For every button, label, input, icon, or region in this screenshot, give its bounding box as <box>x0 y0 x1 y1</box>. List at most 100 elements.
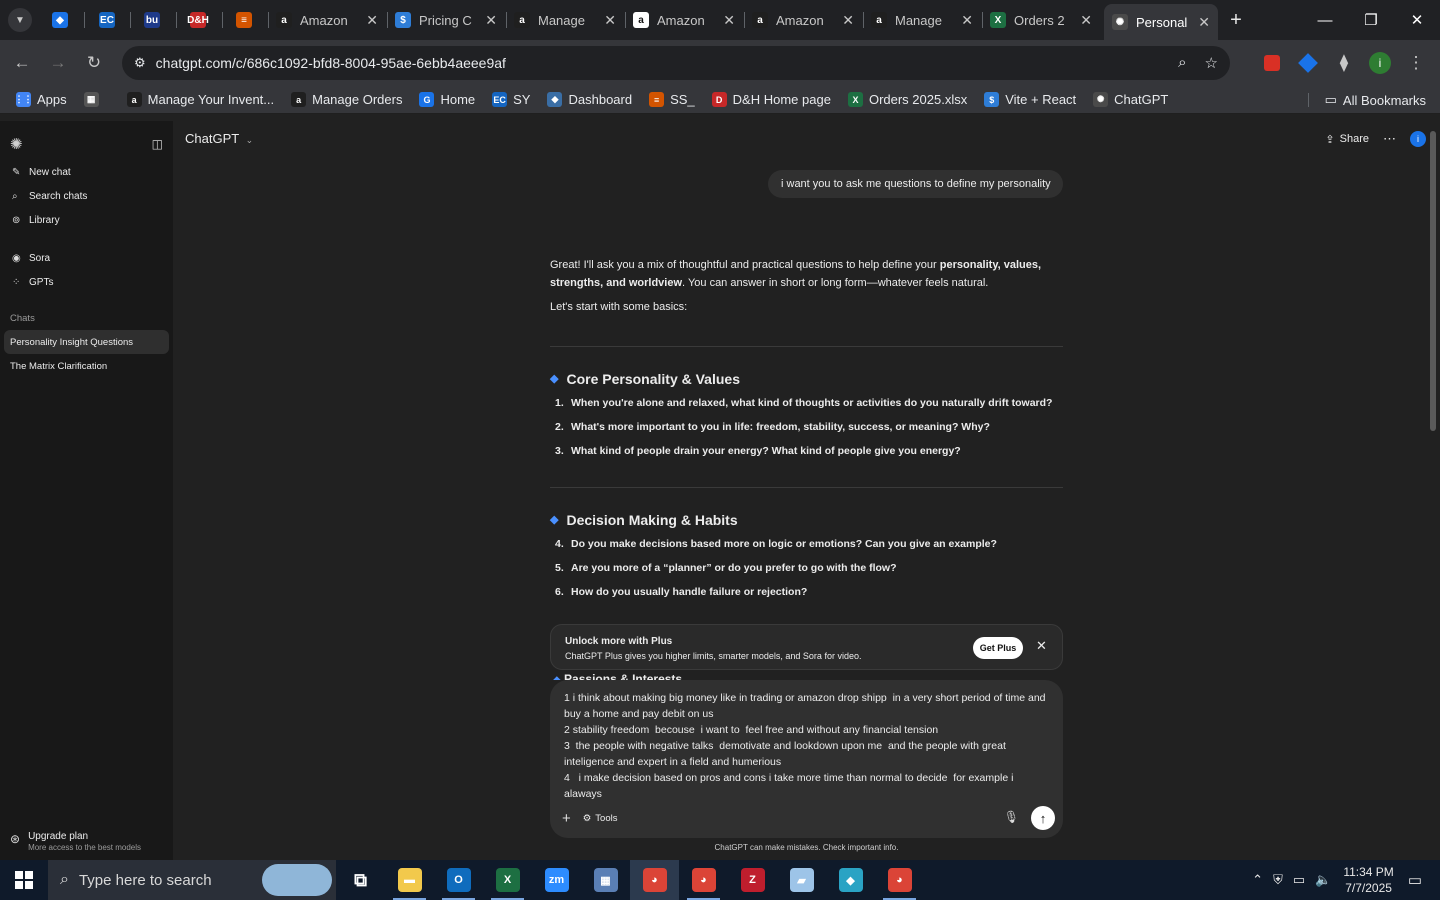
send-button[interactable]: ↑ <box>1031 806 1055 830</box>
scrollbar[interactable] <box>1430 131 1436 431</box>
message-composer[interactable]: 1 i think about making big money like in… <box>550 680 1063 838</box>
notifications-icon[interactable]: ▭ <box>1408 871 1422 889</box>
taskbar-app[interactable]: ◕ <box>875 860 924 900</box>
bookmark-star-icon[interactable]: ☆ <box>1205 54 1218 72</box>
microphone-icon[interactable]: 🎙 <box>1004 810 1019 824</box>
taskbar-app[interactable]: ◆ <box>826 860 875 900</box>
account-avatar[interactable]: i <box>1410 131 1426 147</box>
security-icon[interactable]: ⛨ <box>1273 872 1283 888</box>
get-plus-button[interactable]: Get Plus <box>973 637 1023 659</box>
taskbar-app[interactable]: ◕ <box>679 860 728 900</box>
extensions-puzzle-icon[interactable]: ⧫ <box>1326 45 1362 81</box>
tab-search-button[interactable]: ▼ <box>6 6 34 34</box>
bookmark-item[interactable]: G Home <box>419 92 475 107</box>
network-icon[interactable]: ▭ <box>1293 872 1305 888</box>
openai-logo-icon[interactable]: ✺ <box>10 135 23 153</box>
close-sidebar-icon[interactable]: ◫ <box>152 137 163 151</box>
close-icon[interactable]: ✕ <box>1036 638 1047 654</box>
close-tab-icon[interactable]: ✕ <box>1080 12 1092 29</box>
share-button[interactable]: ⇪ Share <box>1325 133 1369 146</box>
restore-button[interactable]: ❐ <box>1348 0 1394 40</box>
close-tab-icon[interactable]: ✕ <box>1198 14 1210 31</box>
bookmark-item[interactable]: D D&H Home page <box>711 92 831 107</box>
browser-tab[interactable]: a Amazon ✕ <box>268 6 386 34</box>
chat-history-item[interactable]: Personality Insight Questions <box>4 330 169 354</box>
close-tab-icon[interactable]: ✕ <box>723 12 735 29</box>
start-button[interactable] <box>0 860 48 900</box>
browser-tab[interactable]: EC <box>84 6 130 34</box>
sidebar-item-search-chats[interactable]: ⌕ Search chats <box>0 184 173 208</box>
bookmark-item[interactable]: ▦ <box>83 92 105 107</box>
bookmark-item[interactable]: ⋮⋮ Apps <box>15 92 67 107</box>
bookmark-item[interactable]: a Manage Your Invent... <box>126 92 274 107</box>
zoom-icon[interactable]: ⌕ <box>1178 54 1186 72</box>
back-button[interactable]: ← <box>4 45 40 81</box>
bookmark-item[interactable]: ✺ ChatGPT <box>1093 92 1168 107</box>
bookmark-item[interactable]: a Manage Orders <box>291 92 402 107</box>
model-selector[interactable]: ChatGPT ⌄ <box>185 131 253 146</box>
composer-input[interactable]: 1 i think about making big money like in… <box>564 690 1049 802</box>
show-hidden-icons-icon[interactable]: ⌃ <box>1252 872 1263 888</box>
extension-blue-icon[interactable] <box>1290 45 1326 81</box>
forward-button[interactable]: → <box>40 45 76 81</box>
address-bar[interactable]: ⚙ chatgpt.com/c/686c1092-bfd8-8004-95ae-… <box>122 46 1230 80</box>
browser-menu-icon[interactable]: ⋮ <box>1398 45 1434 81</box>
sidebar-item-library[interactable]: ⊚ Library <box>0 208 173 232</box>
taskbar-app[interactable]: ▰ <box>777 860 826 900</box>
site-settings-icon[interactable]: ⚙ <box>134 55 146 71</box>
taskbar-app[interactable]: X <box>483 860 532 900</box>
browser-tab[interactable]: D&H <box>176 6 220 34</box>
browser-tab[interactable]: a Amazon ✕ <box>744 6 862 34</box>
taskbar-app[interactable]: ▦ <box>581 860 630 900</box>
close-tab-icon[interactable]: ✕ <box>485 12 497 29</box>
minimize-button[interactable]: — <box>1302 0 1348 40</box>
browser-tab[interactable]: a Manage ✕ <box>506 6 624 34</box>
bookmark-item[interactable]: $ Vite + React <box>984 92 1076 107</box>
upgrade-plan-button[interactable]: ⊛ Upgrade plan More access to the best m… <box>10 831 141 852</box>
bookmark-item[interactable]: ◆ Dashboard <box>547 92 632 107</box>
browser-tab[interactable]: a Manage ✕ <box>863 6 981 34</box>
question-text: Are you more of a “planner” or do you pr… <box>571 562 897 574</box>
bookmark-item[interactable]: ≡ SS_ <box>649 92 695 107</box>
taskbar-search-box[interactable]: ⌕ Type here to search <box>48 860 336 900</box>
bookmark-label: Home <box>440 92 476 107</box>
bookmark-item[interactable]: EC SY <box>492 92 530 107</box>
taskbar-app[interactable]: ⧉ <box>336 860 385 900</box>
apps-grid-icon: ⋮⋮ <box>15 92 33 107</box>
taskbar-app[interactable]: ◕ <box>630 860 679 900</box>
tools-button[interactable]: ⚙ Tools <box>583 813 618 824</box>
profile-avatar[interactable]: i <box>1362 45 1398 81</box>
clock[interactable]: 11:34 PM 7/7/2025 <box>1343 864 1393 896</box>
sidebar-item-sora[interactable]: ◉ Sora <box>0 246 173 270</box>
sidebar-item-label: Library <box>29 214 60 226</box>
reload-button[interactable]: ↻ <box>76 45 112 81</box>
browser-tab[interactable]: $ Pricing C ✕ <box>387 6 505 34</box>
sidebar-item-new-chat[interactable]: ✎ New chat <box>0 160 173 184</box>
taskbar-app[interactable]: ▬ <box>385 860 434 900</box>
close-tab-icon[interactable]: ✕ <box>842 12 854 29</box>
browser-tab[interactable]: ◆ <box>38 6 82 34</box>
browser-tab[interactable]: ✺ Personal ✕ <box>1104 4 1218 40</box>
sidebar-item-gpts[interactable]: ⁘ GPTs <box>0 270 173 294</box>
add-attachment-button[interactable]: + <box>562 810 571 827</box>
volume-icon[interactable]: 🔈 <box>1315 872 1331 888</box>
extension-red-icon[interactable] <box>1254 45 1290 81</box>
bookmark-item[interactable]: X Orders 2025.xlsx <box>847 92 967 107</box>
taskbar-app[interactable]: zm <box>532 860 581 900</box>
chat-history-item[interactable]: The Matrix Clarification <box>4 354 169 378</box>
close-tab-icon[interactable]: ✕ <box>366 12 378 29</box>
taskbar-app[interactable]: O <box>434 860 483 900</box>
more-options-icon[interactable]: ⋯ <box>1383 131 1396 147</box>
browser-tab[interactable]: X Orders 2 ✕ <box>982 6 1100 34</box>
browser-tab[interactable]: a Amazon ✕ <box>625 6 743 34</box>
all-bookmarks-button[interactable]: ▭ All Bookmarks <box>1325 92 1426 108</box>
taskbar-app[interactable]: Z <box>728 860 777 900</box>
browser-tab[interactable]: bu <box>130 6 174 34</box>
close-tab-icon[interactable]: ✕ <box>604 12 616 29</box>
tab-title: Orders 2 <box>1014 12 1065 28</box>
close-window-button[interactable]: ✕ <box>1394 0 1440 40</box>
close-tab-icon[interactable]: ✕ <box>961 12 973 29</box>
new-tab-button[interactable]: + <box>1224 6 1248 34</box>
gpts-icon: ⁘ <box>12 276 21 288</box>
browser-tab[interactable]: ≡ <box>222 6 266 34</box>
